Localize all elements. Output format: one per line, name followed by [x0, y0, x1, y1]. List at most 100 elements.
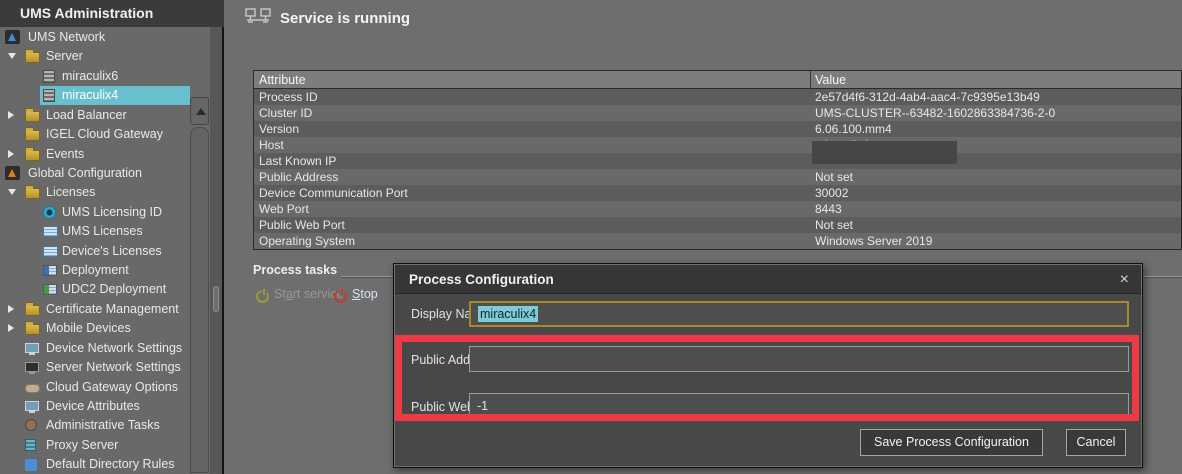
cancel-button[interactable]: Cancel	[1066, 429, 1126, 456]
chevron-down-icon[interactable]	[8, 53, 16, 59]
sidebar-item-label: Load Balancer	[46, 106, 127, 125]
chevron-right-icon[interactable]	[8, 324, 14, 332]
table-row[interactable]: Cluster IDUMS-CLUSTER--63482-16028633847…	[254, 105, 1181, 121]
dialog-titlebar[interactable]: Process Configuration ×	[395, 265, 1141, 294]
value-cell: UMS-CLUSTER--63482-1602863384736-2-0	[811, 105, 1181, 121]
close-icon[interactable]: ×	[1120, 265, 1129, 294]
public-address-input[interactable]	[469, 346, 1129, 372]
sidebar-item-label: miraculix4	[62, 86, 118, 105]
monitor-dark-icon	[25, 362, 39, 372]
folder-icon	[25, 150, 40, 161]
sidebar-item-ums-licensing-id[interactable]: UMS Licensing ID	[0, 203, 191, 222]
rules-icon	[25, 459, 37, 471]
clock-icon	[25, 419, 37, 431]
sidebar-item-label: Licenses	[46, 183, 95, 202]
dialog-title: Process Configuration	[409, 265, 554, 294]
value-cell: 8443	[811, 201, 1181, 217]
attribute-cell: Host	[254, 137, 811, 153]
chevron-right-icon[interactable]	[8, 111, 14, 119]
sidebar-item-server-network-settings[interactable]: Server Network Settings	[0, 358, 191, 377]
sidebar-item-administrative-tasks[interactable]: Administrative Tasks	[0, 416, 191, 435]
table-row[interactable]: Last Known IP	[254, 153, 1181, 169]
service-status-heading: Service is running	[280, 10, 410, 27]
sidebar-scrollbar[interactable]	[189, 96, 210, 474]
navigation-sidebar: UMS Administration UMS NetworkServermira…	[0, 0, 224, 474]
attribute-cell: Cluster ID	[254, 105, 811, 121]
table-row[interactable]: Hostmiraculix4	[254, 137, 1181, 153]
power-icon	[256, 290, 269, 303]
sidebar-item-label: Server Network Settings	[46, 358, 181, 377]
folder-icon	[25, 130, 40, 141]
panel-splitter[interactable]	[210, 0, 222, 474]
start-service-link[interactable]: Start service	[274, 287, 343, 301]
deploy-green-icon	[43, 284, 57, 295]
proxy-icon	[25, 439, 36, 451]
value-cell: 6.06.100.mm4	[811, 121, 1181, 137]
chevron-right-icon[interactable]	[8, 305, 14, 313]
scrollbar-track[interactable]	[190, 127, 209, 473]
selected-text: miraculix4	[478, 306, 538, 322]
sidebar-item-cloud-gateway-options[interactable]: Cloud Gateway Options	[0, 378, 191, 397]
redaction-box	[812, 141, 957, 164]
sidebar-item-events[interactable]: Events	[0, 145, 191, 164]
sidebar-item-global-configuration[interactable]: Global Configuration	[0, 164, 191, 183]
table-row[interactable]: Process ID2e57d4f6-312d-4ab4-aac4-7c9395…	[254, 89, 1181, 105]
attribute-cell: Process ID	[254, 89, 811, 105]
table-body: Process ID2e57d4f6-312d-4ab4-aac4-7c9395…	[254, 89, 1181, 249]
card-icon	[43, 246, 58, 257]
value-cell: Not set	[811, 169, 1181, 185]
sidebar-item-device-network-settings[interactable]: Device Network Settings	[0, 339, 191, 358]
server-attributes-table: Attribute Value Process ID2e57d4f6-312d-…	[253, 70, 1182, 250]
sidebar-item-licenses[interactable]: Licenses	[0, 183, 191, 202]
save-process-configuration-button[interactable]: Save Process Configuration	[860, 429, 1043, 456]
cloud-icon	[25, 384, 40, 393]
sidebar-item-label: Certificate Management	[46, 300, 179, 319]
sidebar-item-label: Deployment	[62, 261, 129, 280]
stop-service-link[interactable]: Stop	[352, 287, 378, 301]
sidebar-item-miraculix4[interactable]: miraculix4	[0, 86, 191, 105]
sidebar-item-proxy-server[interactable]: Proxy Server	[0, 436, 191, 455]
table-row[interactable]: Web Port8443	[254, 201, 1181, 217]
chevron-down-icon[interactable]	[8, 189, 16, 195]
chevron-right-icon[interactable]	[8, 150, 14, 158]
sidebar-item-server[interactable]: Server	[0, 47, 191, 66]
sidebar-item-load-balancer[interactable]: Load Balancer	[0, 106, 191, 125]
monitor-icon	[25, 401, 39, 411]
table-row[interactable]: Device Communication Port30002	[254, 185, 1181, 201]
scroll-up-button[interactable]	[190, 97, 209, 125]
sidebar-item-ums-licenses[interactable]: UMS Licenses	[0, 222, 191, 241]
panel-divider-line	[222, 0, 224, 474]
sidebar-item-device-attributes[interactable]: Device Attributes	[0, 397, 191, 416]
sidebar-item-deployment[interactable]: Deployment	[0, 261, 191, 280]
network-service-icon	[244, 6, 272, 34]
folder-icon	[25, 305, 40, 316]
splitter-grip-handle[interactable]	[213, 286, 219, 312]
sidebar-title: UMS Administration	[0, 0, 224, 27]
process-configuration-dialog: Process Configuration × Display Name mir…	[393, 263, 1143, 468]
sidebar-item-default-directory-rules[interactable]: Default Directory Rules	[0, 455, 191, 474]
sidebar-item-udc2-deployment[interactable]: UDC2 Deployment	[0, 280, 191, 299]
public-web-port-input[interactable]: -1	[469, 393, 1129, 419]
table-row[interactable]: Version6.06.100.mm4	[254, 121, 1181, 137]
sidebar-item-mobile-devices[interactable]: Mobile Devices	[0, 319, 191, 338]
sidebar-item-ums-network[interactable]: UMS Network	[0, 28, 191, 47]
process-tasks-group-label: Process tasks	[253, 263, 337, 277]
triangle-up-icon	[196, 108, 206, 115]
table-header-row: Attribute Value	[254, 71, 1181, 89]
sidebar-item-igel-cloud-gateway[interactable]: IGEL Cloud Gateway	[0, 125, 191, 144]
attribute-cell: Web Port	[254, 201, 811, 217]
sidebar-item-device-s-licenses[interactable]: Device's Licenses	[0, 242, 191, 261]
table-row[interactable]: Public Web PortNot set	[254, 217, 1181, 233]
sidebar-item-label: IGEL Cloud Gateway	[46, 125, 163, 144]
sidebar-item-certificate-management[interactable]: Certificate Management	[0, 300, 191, 319]
licid-icon	[43, 206, 56, 219]
table-row[interactable]: Operating SystemWindows Server 2019	[254, 233, 1181, 249]
display-name-input[interactable]: miraculix4	[469, 301, 1129, 327]
folder-icon	[25, 188, 40, 199]
table-row[interactable]: Public AddressNot set	[254, 169, 1181, 185]
sidebar-item-miraculix6[interactable]: miraculix6	[0, 67, 191, 86]
server-icon	[43, 89, 55, 102]
power-icon	[334, 290, 347, 303]
folder-icon	[25, 52, 40, 63]
sidebar-item-label: UMS Licenses	[62, 222, 143, 241]
